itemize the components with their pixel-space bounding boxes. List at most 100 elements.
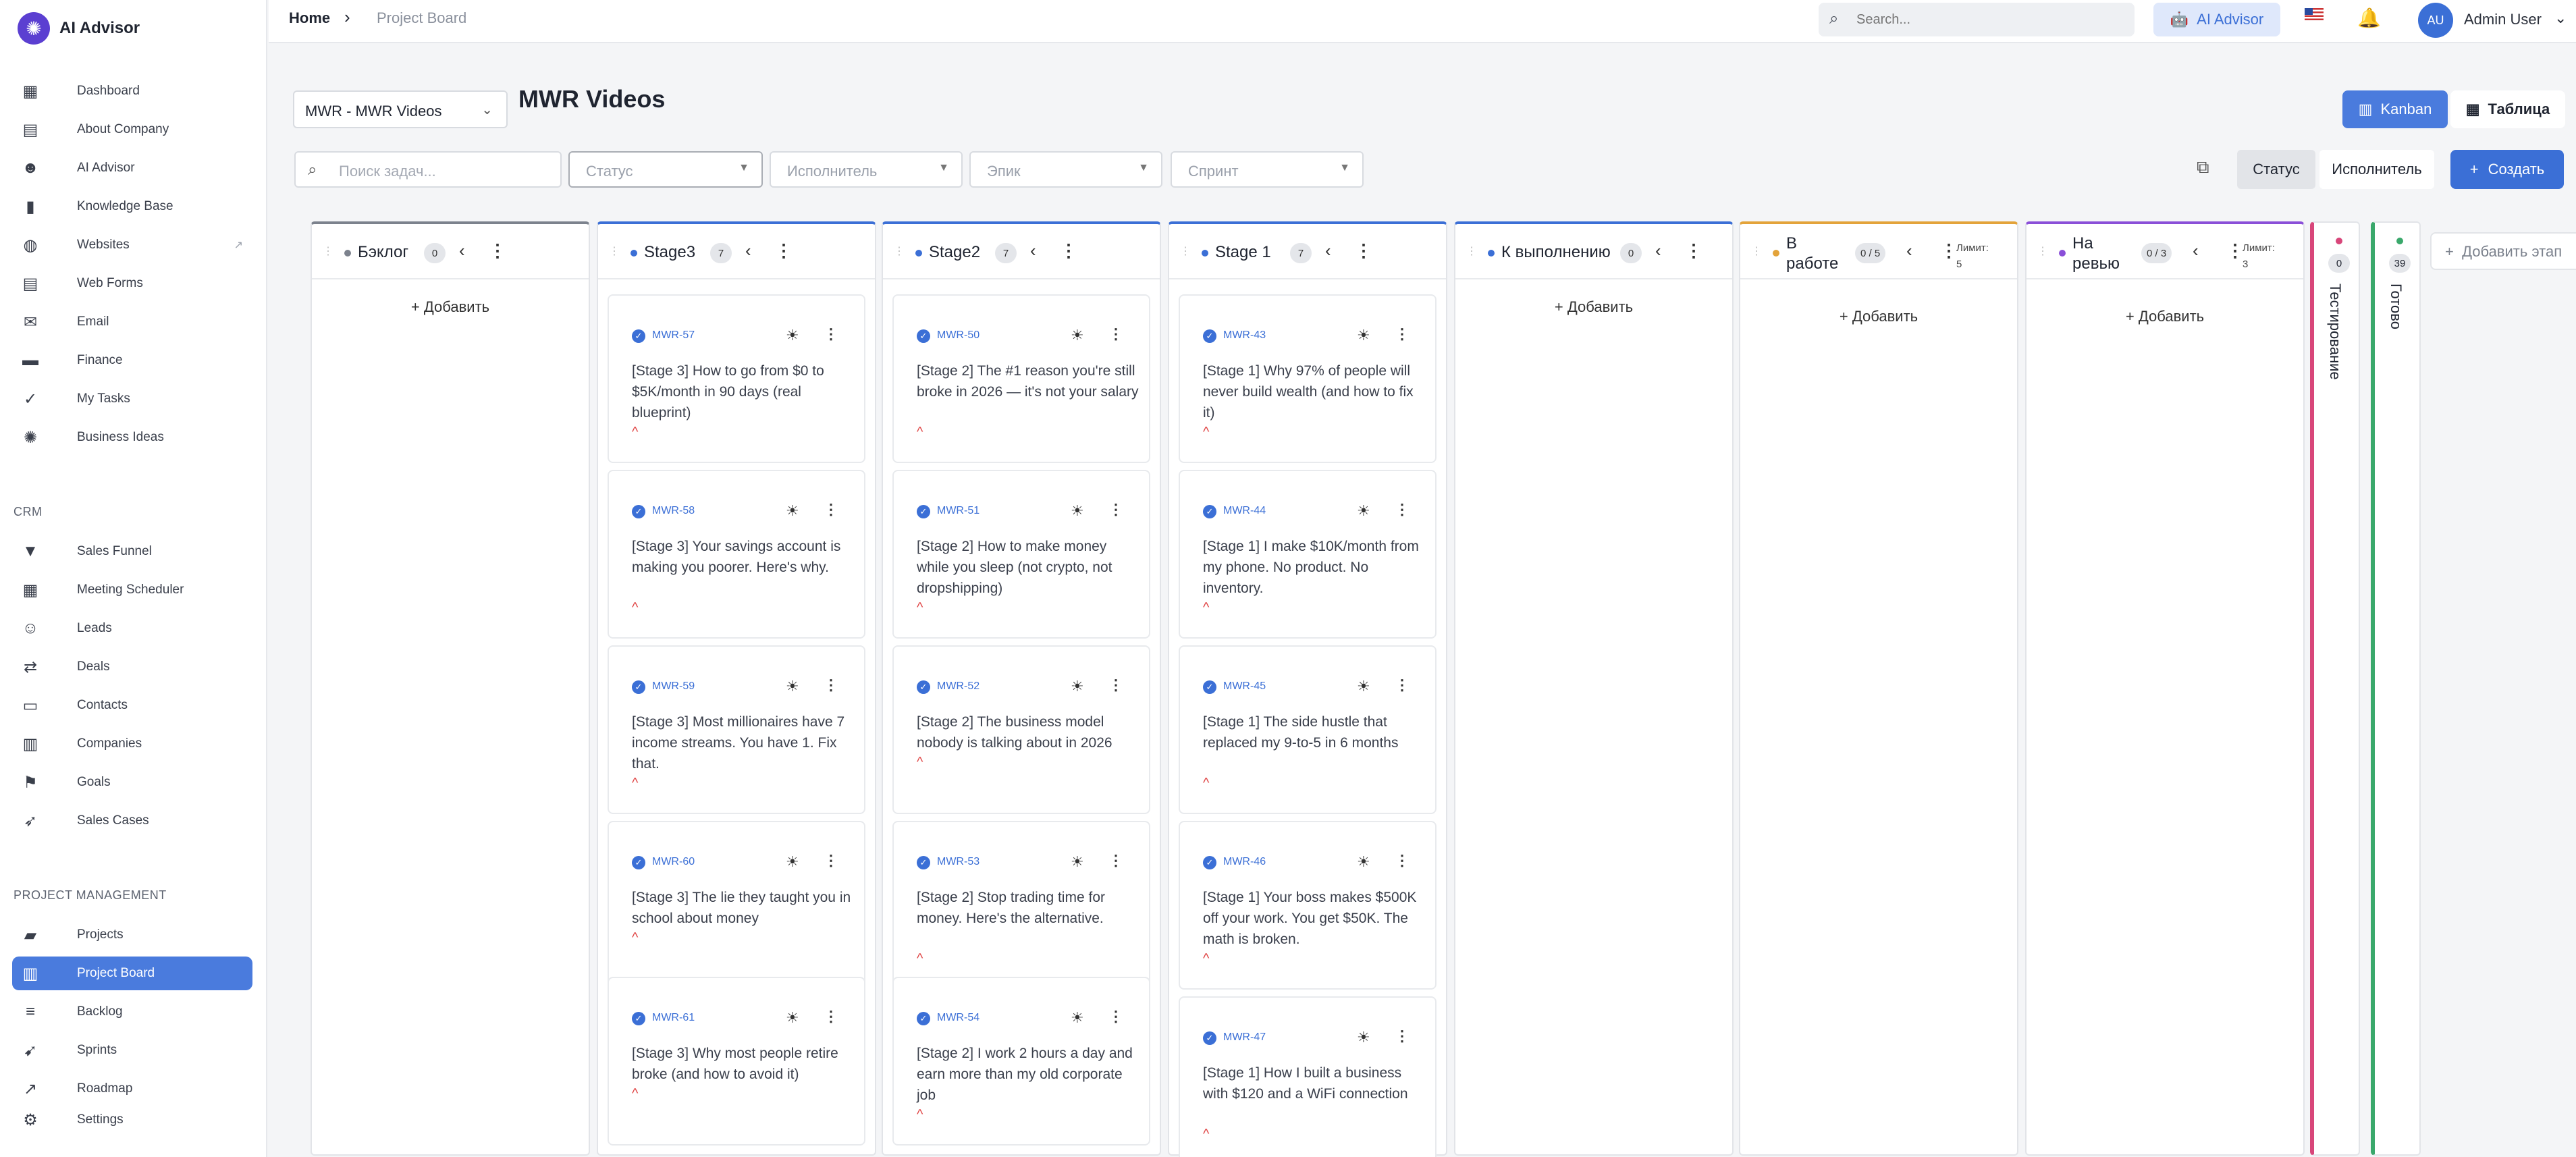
more-vertical-icon[interactable]: ⋮ [1060,240,1077,261]
chevron-down-icon[interactable]: ⌄ [2554,9,2567,27]
bulb-icon[interactable]: ☀ [1357,502,1370,520]
bulb-icon[interactable]: ☀ [1071,327,1084,344]
task-card[interactable]: ✓ MWR-61 ☀ ⋮ [Stage 3] Why most people retir… [608,977,865,1146]
sidebar-item-websites[interactable]: ◍ Websites ↗ [12,228,252,262]
group-by-status-button[interactable]: Статус [2237,150,2315,189]
more-vertical-icon[interactable]: ⋮ [824,676,838,694]
task-key[interactable]: MWR-54 [937,1012,980,1024]
more-vertical-icon[interactable]: ⋮ [824,852,838,869]
task-card[interactable]: ✓ MWR-50 ☀ ⋮ [Stage 2] The #1 reason you're … [892,294,1150,463]
sidebar-item-my-tasks[interactable]: ✓ My Tasks [12,382,252,416]
task-card[interactable]: ✓ MWR-47 ☀ ⋮ [Stage 1] How I built a busines… [1179,996,1437,1157]
bulb-icon[interactable]: ☀ [1357,327,1370,344]
task-key[interactable]: MWR-52 [937,680,980,693]
sidebar-item-contacts[interactable]: ▭ Contacts [12,689,252,722]
bulb-icon[interactable]: ☀ [786,327,799,344]
more-vertical-icon[interactable]: ⋮ [1395,852,1410,869]
drag-handle-icon[interactable]: ⋮ [2037,244,2048,258]
sidebar-item-web-forms[interactable]: ▤ Web Forms [12,267,252,300]
project-select[interactable]: MWR - MWR Videos ⌄ [293,90,508,128]
task-key[interactable]: MWR-57 [652,329,695,342]
bulb-icon[interactable]: ☀ [786,502,799,520]
sidebar-item-meeting-scheduler[interactable]: ▦ Meeting Scheduler [12,573,252,607]
more-vertical-icon[interactable]: ⋮ [2226,240,2244,261]
sidebar-item-business-ideas[interactable]: ✺ Business Ideas [12,421,252,454]
more-vertical-icon[interactable]: ⋮ [1395,676,1410,694]
more-vertical-icon[interactable]: ⋮ [1108,852,1123,869]
task-card[interactable]: ✓ MWR-53 ☀ ⋮ [Stage 2] Stop trading time for… [892,821,1150,990]
task-key[interactable]: MWR-53 [937,856,980,868]
task-card[interactable]: ✓ MWR-60 ☀ ⋮ [Stage 3] The lie they taught y… [608,821,865,990]
more-vertical-icon[interactable]: ⋮ [1108,676,1123,694]
add-stage-button[interactable]: + Добавить этап [2430,232,2576,270]
drag-handle-icon[interactable]: ⋮ [1751,244,1762,258]
task-key[interactable]: MWR-44 [1223,505,1266,517]
more-vertical-icon[interactable]: ⋮ [824,1008,838,1025]
task-key[interactable]: MWR-50 [937,329,980,342]
sidebar-item-ai-advisor[interactable]: ☻ AI Advisor [12,151,252,185]
sidebar-item-knowledge-base[interactable]: ▮ Knowledge Base [12,190,252,223]
sidebar-item-about-company[interactable]: ▤ About Company [12,113,252,146]
view-kanban-button[interactable]: ▥ Kanban [2342,90,2448,128]
task-key[interactable]: MWR-47 [1223,1031,1266,1044]
task-card[interactable]: ✓ MWR-59 ☀ ⋮ [Stage 3] Most millionaires hav… [608,645,865,814]
sidebar-item-companies[interactable]: ▥ Companies [12,727,252,761]
bulb-icon[interactable]: ☀ [1357,853,1370,871]
filter-status[interactable]: Статус ▼ [568,151,763,188]
sidebar-item-backlog[interactable]: ≡ Backlog [12,995,252,1029]
group-settings-icon[interactable]: ⧉ [2197,157,2220,180]
more-vertical-icon[interactable]: ⋮ [824,501,838,518]
sidebar-item-sprints[interactable]: ➹ Sprints [12,1033,252,1067]
sidebar-item-dashboard[interactable]: ▦ Dashboard [12,74,252,108]
create-button[interactable]: + Создать [2450,150,2564,189]
collapsed-column[interactable]: 0 Тестирование [2310,221,2360,1156]
sidebar-item-roadmap[interactable]: ↗ Roadmap [12,1072,252,1106]
task-card[interactable]: ✓ MWR-45 ☀ ⋮ [Stage 1] The side hustle that … [1179,645,1437,814]
task-key[interactable]: MWR-61 [652,1012,695,1024]
chevron-left-icon[interactable]: ‹ [1906,240,1912,261]
add-card-button[interactable]: + Добавить [2027,308,2303,325]
more-vertical-icon[interactable]: ⋮ [1395,501,1410,518]
more-vertical-icon[interactable]: ⋮ [1940,240,1958,261]
task-key[interactable]: MWR-60 [652,856,695,868]
add-card-button[interactable]: + Добавить [312,298,589,316]
task-card[interactable]: ✓ MWR-58 ☀ ⋮ [Stage 3] Your savings account … [608,470,865,639]
search-input[interactable] [1856,12,2113,28]
user-name[interactable]: Admin User [2464,11,2542,28]
brand[interactable]: ✺ AI Advisor [18,12,140,45]
drag-handle-icon[interactable]: ⋮ [609,244,620,258]
task-key[interactable]: MWR-58 [652,505,695,517]
task-key[interactable]: MWR-43 [1223,329,1266,342]
task-card[interactable]: ✓ MWR-54 ☀ ⋮ [Stage 2] I work 2 hours a day … [892,977,1150,1146]
us-flag-icon[interactable] [2305,8,2324,20]
drag-handle-icon[interactable]: ⋮ [894,244,905,258]
view-table-button[interactable]: ▦ Таблица [2450,90,2565,128]
task-card[interactable]: ✓ MWR-51 ☀ ⋮ [Stage 2] How to make money whi… [892,470,1150,639]
ai-advisor-button[interactable]: 🤖 AI Advisor [2153,3,2280,36]
more-vertical-icon[interactable]: ⋮ [1108,1008,1123,1025]
bulb-icon[interactable]: ☀ [786,678,799,695]
avatar[interactable]: AU [2418,3,2453,38]
add-card-button[interactable]: + Добавить [1740,308,2017,325]
filter-sprint[interactable]: Спринт ▼ [1171,151,1364,188]
bulb-icon[interactable]: ☀ [786,1009,799,1027]
task-key[interactable]: MWR-45 [1223,680,1266,693]
task-key[interactable]: MWR-51 [937,505,980,517]
filter-assignee[interactable]: Исполнитель ▼ [770,151,963,188]
task-card[interactable]: ✓ MWR-43 ☀ ⋮ [Stage 1] Why 97% of people wil… [1179,294,1437,463]
collapsed-column[interactable]: 39 Готово [2371,221,2421,1156]
sidebar-item-projects[interactable]: ▰ Projects [12,918,252,952]
sidebar-item-goals[interactable]: ⚑ Goals [12,765,252,799]
sidebar-item-project-board[interactable]: ▥ Project Board [12,957,252,990]
sidebar-item-deals[interactable]: ⇄ Deals [12,650,252,684]
chevron-left-icon[interactable]: ‹ [2193,240,2199,261]
sidebar-item-settings[interactable]: ⚙ Settings [12,1103,252,1137]
more-vertical-icon[interactable]: ⋮ [824,325,838,343]
task-card[interactable]: ✓ MWR-52 ☀ ⋮ [Stage 2] The business model no… [892,645,1150,814]
bulb-icon[interactable]: ☀ [1357,678,1370,695]
group-by-assignee-button[interactable]: Исполнитель [2319,150,2434,189]
more-vertical-icon[interactable]: ⋮ [1108,501,1123,518]
task-card[interactable]: ✓ MWR-57 ☀ ⋮ [Stage 3] How to go from $0 to … [608,294,865,463]
task-card[interactable]: ✓ MWR-44 ☀ ⋮ [Stage 1] I make $10K/month fro… [1179,470,1437,639]
bulb-icon[interactable]: ☀ [786,853,799,871]
